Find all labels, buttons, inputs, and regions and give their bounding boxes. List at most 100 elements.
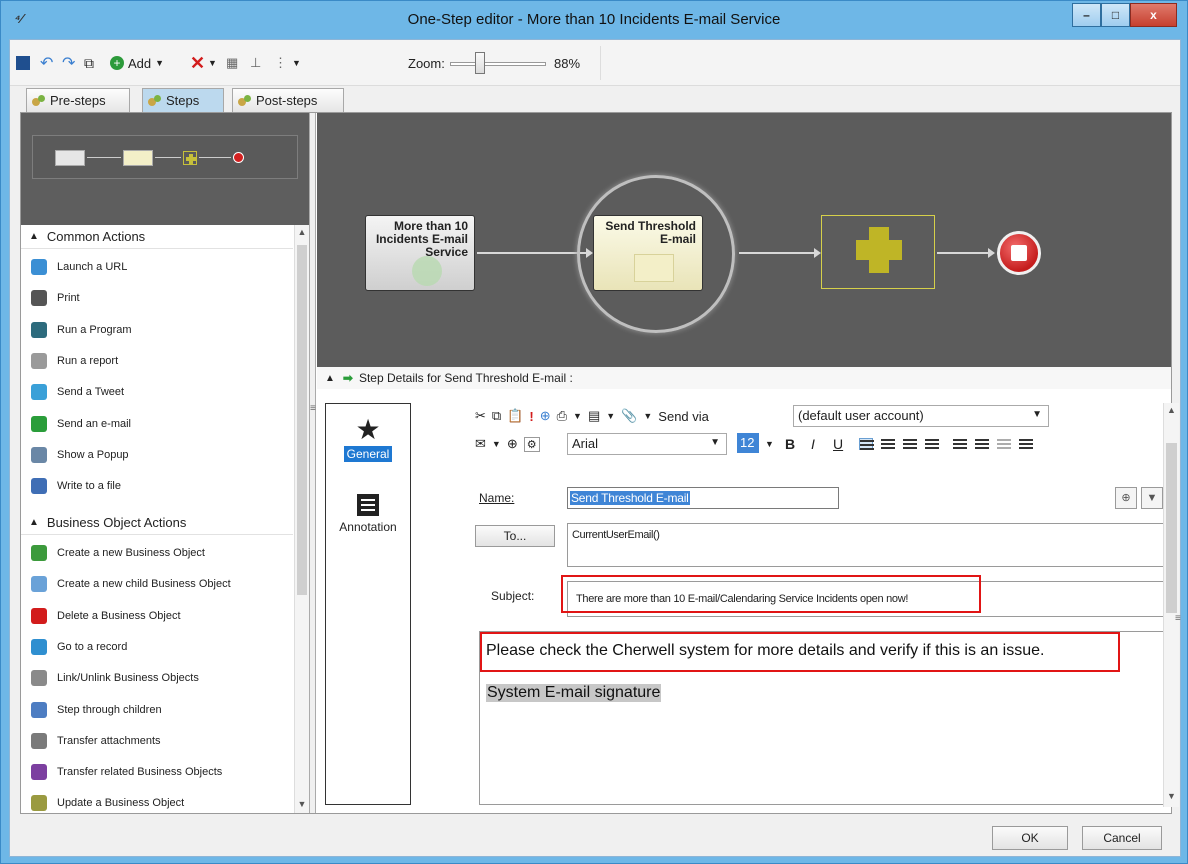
name-field[interactable]: Send Threshold E-mail	[567, 487, 839, 509]
copy-icon[interactable]: ⧉	[84, 52, 94, 74]
action-item[interactable]: Send an e-mail	[31, 414, 131, 434]
close-button[interactable]: x	[1130, 3, 1177, 27]
action-item[interactable]: Create a new child Business Object	[31, 574, 231, 594]
action-item[interactable]: Send a Tweet	[31, 382, 124, 402]
zoom-slider-thumb[interactable]	[475, 52, 485, 74]
scroll-thumb[interactable]	[1166, 443, 1177, 613]
step-details-header[interactable]: ▲ ➡ Step Details for Send Threshold E-ma…	[317, 367, 1171, 389]
overview-viewport[interactable]	[32, 135, 298, 179]
action-item[interactable]: Link/Unlink Business Objects	[31, 668, 199, 688]
download-icon[interactable]: ⊕	[540, 408, 551, 424]
save-icon[interactable]	[16, 52, 30, 74]
splitter-grip-icon[interactable]: ≡	[1175, 613, 1181, 624]
ok-button[interactable]: OK	[992, 826, 1068, 850]
font-size-dropdown-icon[interactable]: ▼	[765, 433, 774, 455]
paste-icon[interactable]: 📋	[507, 408, 523, 424]
delete-icon[interactable]: ✕	[190, 52, 205, 74]
maximize-button[interactable]: □	[1101, 3, 1130, 27]
action-item[interactable]: Transfer related Business Objects	[31, 762, 222, 782]
numbered-list-icon[interactable]	[949, 433, 971, 455]
action-item[interactable]: Print	[31, 288, 80, 308]
justify-icon[interactable]	[921, 433, 943, 455]
align-left-icon[interactable]	[855, 433, 877, 455]
action-item[interactable]: Create a new Business Object	[31, 543, 205, 563]
align-icon[interactable]: ⋮	[274, 52, 287, 74]
chevron-down-icon[interactable]: ▼	[492, 439, 501, 449]
action-item[interactable]: Delete a Business Object	[31, 606, 181, 626]
add-step-placeholder[interactable]	[821, 215, 935, 289]
attachment-icon[interactable]: 📎	[621, 408, 637, 424]
action-item[interactable]: Show a Popup	[31, 445, 129, 465]
layout-icon[interactable]: ▦	[226, 52, 238, 74]
cancel-button[interactable]: Cancel	[1082, 826, 1162, 850]
settings-icon[interactable]: ⚙	[523, 436, 540, 452]
tab-pre-steps[interactable]: Pre-steps	[26, 88, 130, 112]
action-item[interactable]: Launch a URL	[31, 257, 127, 277]
node-start[interactable]: More than 10 Incidents E-mail Service	[365, 215, 475, 291]
link-icon	[31, 670, 47, 687]
action-item[interactable]: Go to a record	[31, 637, 127, 657]
business-object-actions-header[interactable]: ▲ Business Object Actions	[21, 511, 293, 535]
decrease-indent-icon[interactable]	[993, 433, 1015, 455]
zoom-slider-track[interactable]	[450, 62, 546, 66]
undo-icon[interactable]: ↶	[40, 52, 53, 74]
cut-icon[interactable]: ✂	[475, 408, 486, 424]
template-icon[interactable]: ⎙	[557, 408, 567, 424]
action-item[interactable]: Run a report	[31, 351, 118, 371]
to-field[interactable]: CurrentUserEmail()	[567, 523, 1173, 567]
common-actions-header[interactable]: ▲ Common Actions	[21, 225, 293, 249]
actions-scrollbar[interactable]: ▲ ▼	[294, 225, 309, 813]
align-center-icon[interactable]	[877, 433, 899, 455]
action-item[interactable]: Update a Business Object	[31, 793, 184, 813]
bold-icon[interactable]: B	[785, 433, 795, 455]
action-item[interactable]: Run a Program	[31, 320, 132, 340]
add-button[interactable]: + Add ▼	[110, 52, 164, 74]
priority-icon[interactable]: !	[529, 409, 533, 424]
bullet-list-icon[interactable]	[971, 433, 993, 455]
scroll-thumb[interactable]	[297, 245, 307, 595]
scroll-up-icon[interactable]: ▲	[1166, 405, 1177, 419]
zoom-icon[interactable]: ⊕	[507, 436, 518, 452]
chevron-down-icon[interactable]: ▼	[643, 411, 652, 421]
italic-icon[interactable]: I	[811, 433, 815, 455]
tab-post-steps[interactable]: Post-steps	[232, 88, 344, 112]
side-tab-annotation[interactable]: Annotation	[326, 490, 410, 535]
action-item[interactable]: Transfer attachments	[31, 731, 161, 751]
copy-icon[interactable]: ⧉	[492, 408, 501, 424]
layout-icon[interactable]: ▤	[588, 408, 600, 424]
to-button[interactable]: To...	[475, 525, 555, 547]
tree-icon[interactable]: ⊥	[250, 52, 261, 74]
printer-icon	[31, 290, 47, 307]
side-tab-general[interactable]: ★ General	[326, 414, 410, 462]
align-right-icon[interactable]	[899, 433, 921, 455]
scroll-up-icon[interactable]: ▲	[297, 227, 307, 239]
node-email-label: Send Threshold E-mail	[605, 219, 696, 246]
workflow-overview[interactable]	[21, 113, 309, 225]
action-item[interactable]: Write to a file	[31, 476, 121, 496]
stop-icon[interactable]	[997, 231, 1041, 275]
tab-steps[interactable]: Steps	[142, 88, 224, 112]
chevron-down-icon[interactable]: ▼	[573, 411, 582, 421]
send-via-select[interactable]: (default user account) ▼	[793, 405, 1049, 427]
delete-dropdown-icon[interactable]: ▼	[208, 52, 217, 74]
email-body[interactable]: Please check the Cherwell system for mor…	[479, 631, 1171, 805]
workflow-canvas[interactable]: More than 10 Incidents E-mail Service Se…	[317, 113, 1171, 367]
minimize-button[interactable]: –	[1072, 3, 1101, 27]
align-dropdown-icon[interactable]: ▼	[292, 52, 301, 74]
redo-icon[interactable]: ↷	[62, 52, 75, 74]
scroll-down-icon[interactable]: ▼	[297, 799, 307, 811]
splitter-grip-icon[interactable]: ≡	[310, 403, 316, 414]
pane-splitter[interactable]: ≡	[310, 113, 316, 813]
name-dropdown-button[interactable]: ▼	[1141, 487, 1163, 509]
increase-indent-icon[interactable]	[1015, 433, 1037, 455]
scroll-down-icon[interactable]: ▼	[1166, 791, 1177, 805]
signature-icon[interactable]: ✉	[475, 436, 486, 452]
expression-icon[interactable]: ⊕	[1115, 487, 1137, 509]
details-scrollbar[interactable]: ▲ ▼	[1163, 403, 1179, 807]
font-size-input[interactable]: 12	[737, 433, 759, 453]
node-send-email[interactable]: Send Threshold E-mail	[593, 215, 703, 291]
underline-icon[interactable]: U	[833, 433, 843, 455]
action-item[interactable]: Step through children	[31, 700, 162, 720]
font-select[interactable]: Arial ▼	[567, 433, 727, 455]
chevron-down-icon[interactable]: ▼	[606, 411, 615, 421]
